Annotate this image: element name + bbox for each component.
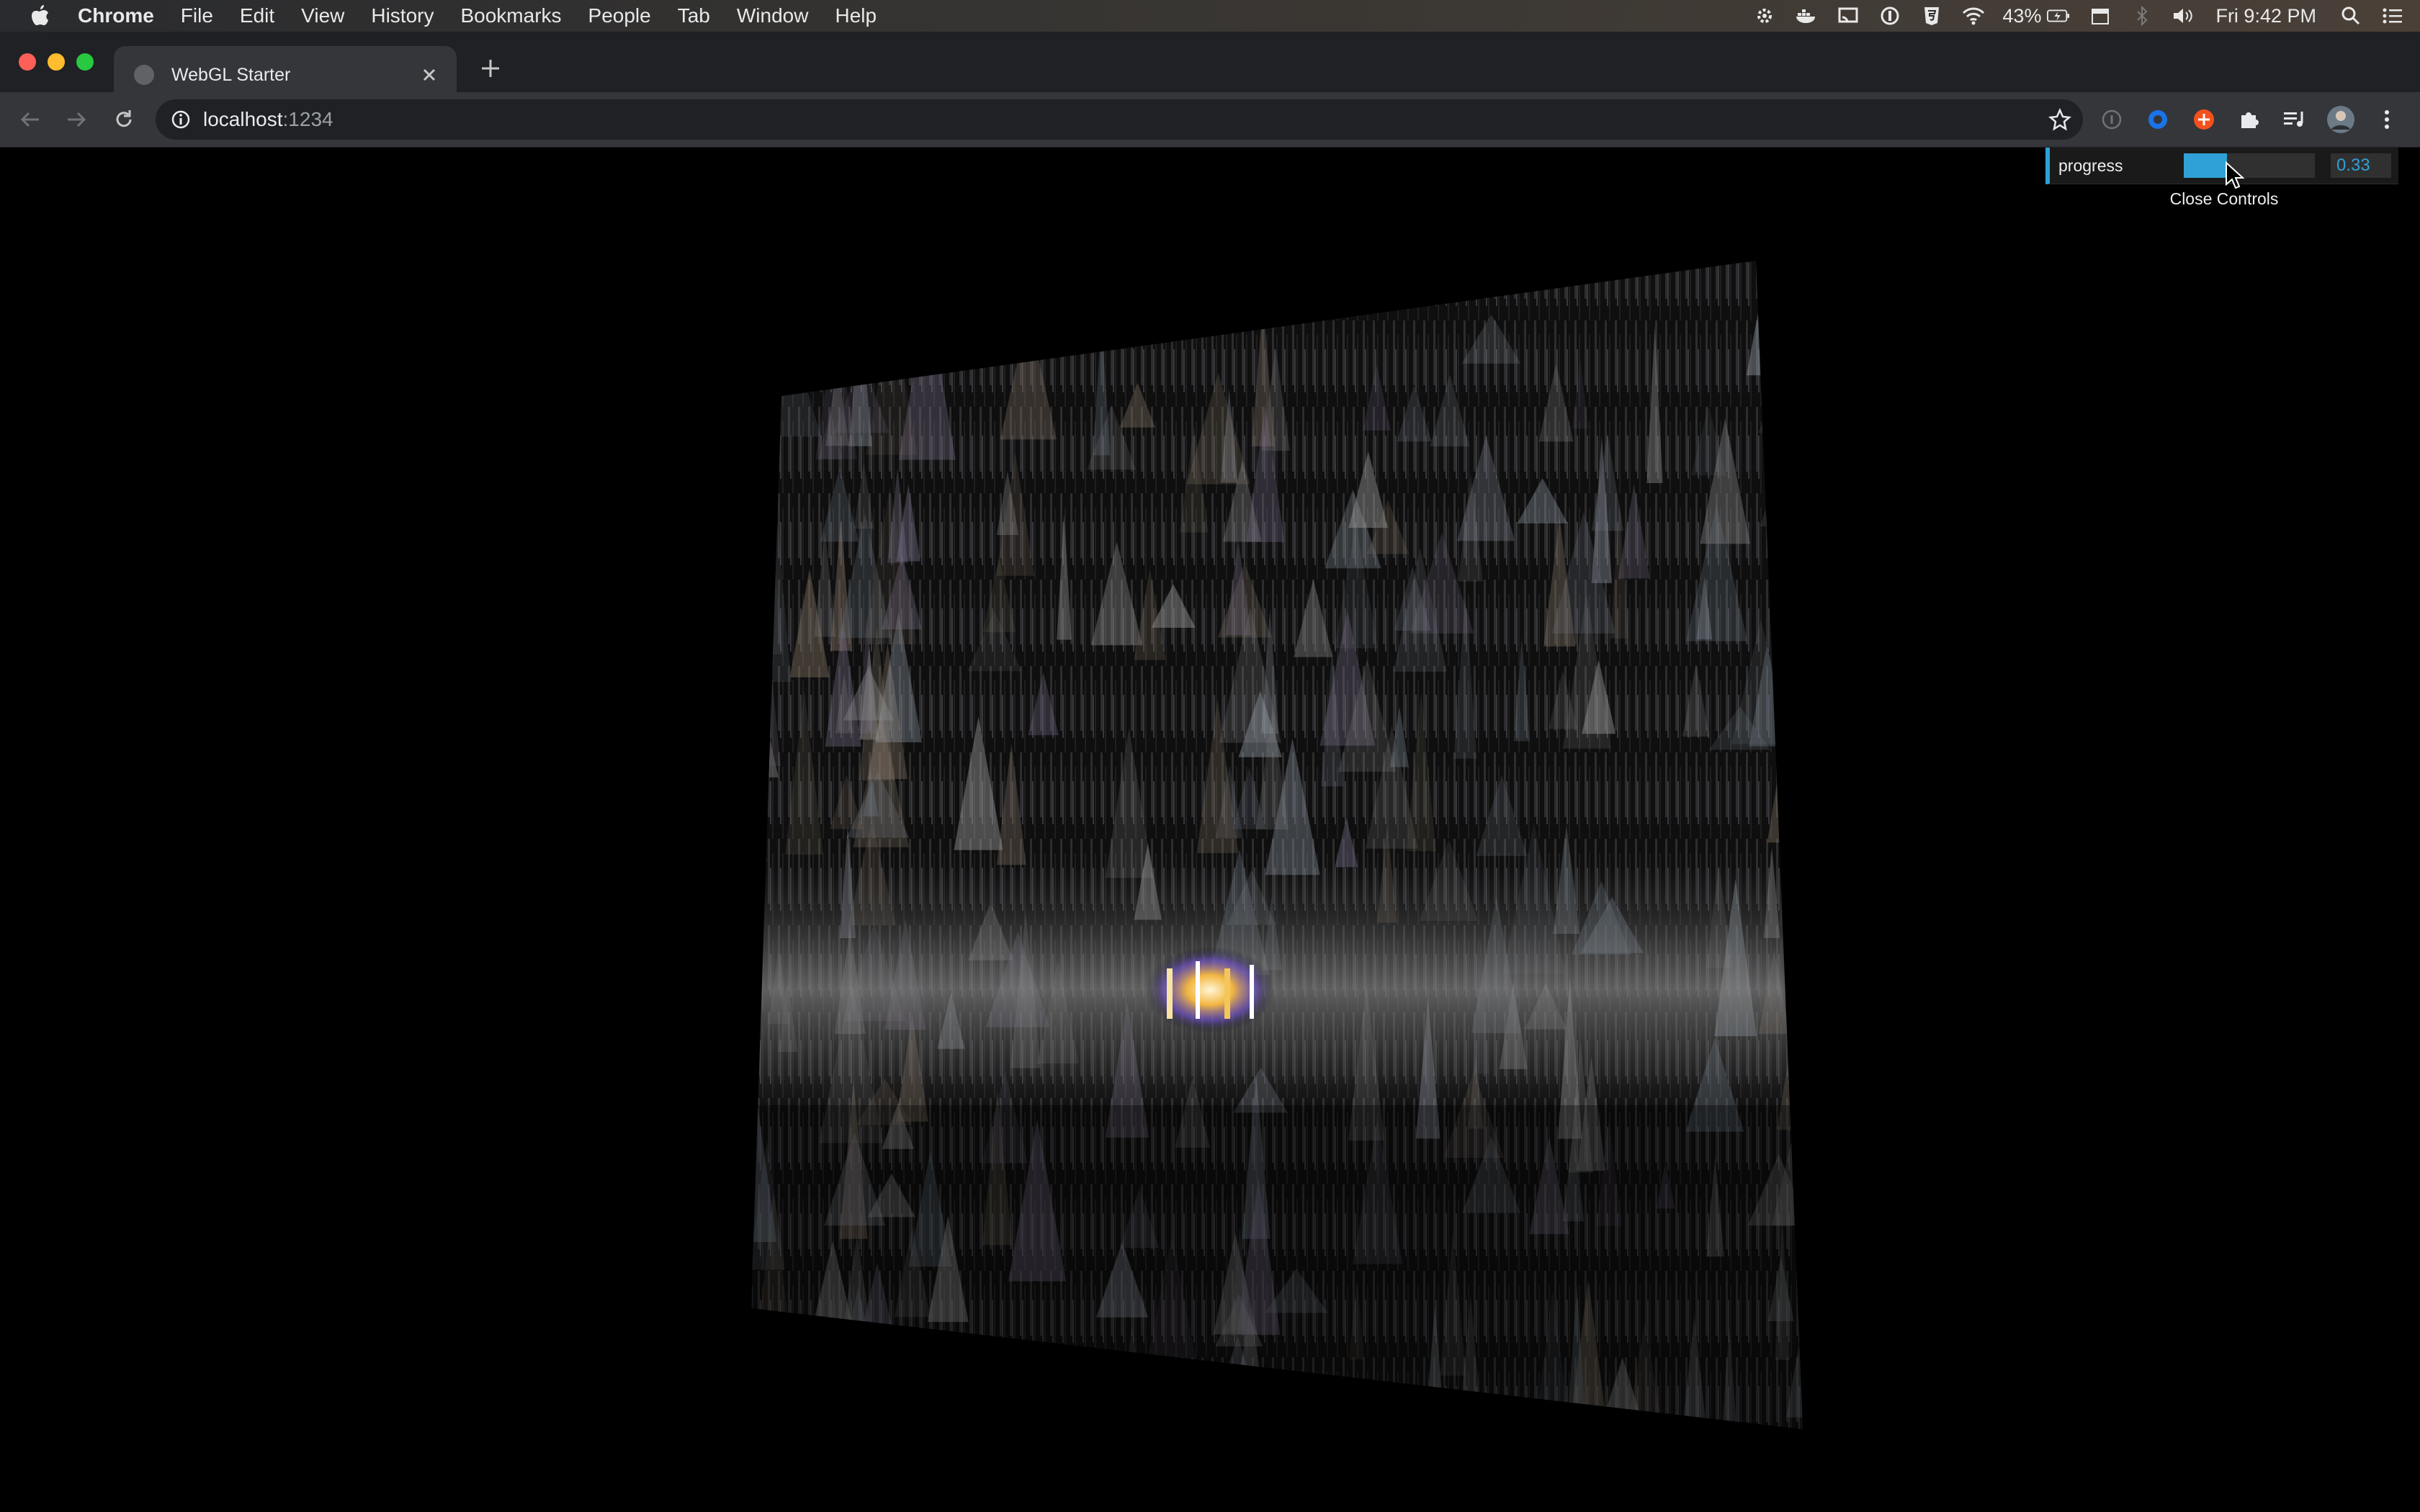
battery-icon[interactable]	[2047, 4, 2070, 27]
menu-bar-status-area: 43% Fri 9:42 PM	[1734, 0, 2420, 32]
wifi-icon[interactable]	[1962, 4, 1985, 27]
globe-favicon-icon	[134, 65, 154, 85]
bright-light-spot	[1145, 947, 1275, 1033]
menu-file[interactable]: File	[181, 4, 213, 27]
menu-edit[interactable]: Edit	[240, 4, 274, 27]
bluetooth-icon[interactable]	[2130, 4, 2154, 27]
menu-window[interactable]: Window	[737, 4, 809, 27]
docker-icon[interactable]	[1795, 4, 1818, 27]
progress-controller: progress 0.33	[2045, 148, 2398, 184]
menu-bookmarks[interactable]: Bookmarks	[460, 4, 561, 27]
dat-gui-panel: progress 0.33 Close Controls	[2045, 148, 2398, 213]
apple-icon[interactable]	[27, 3, 53, 29]
url-host: localhost	[203, 108, 283, 130]
reload-icon[interactable]	[109, 105, 138, 134]
texture-tree	[751, 817, 768, 862]
chrome-menu-icon[interactable]	[2372, 105, 2401, 134]
menu-history[interactable]: History	[371, 4, 434, 27]
texture-tree	[1787, 790, 1803, 939]
progress-value-input[interactable]: 0.33	[2331, 153, 2391, 178]
menu-tab[interactable]: Tab	[678, 4, 710, 27]
battery-percentage: 43%	[2002, 4, 2042, 27]
texture-tree	[757, 330, 821, 437]
url-port: :1234	[282, 108, 333, 130]
progress-label: progress	[2058, 156, 2123, 175]
webgl-canvas[interactable]	[0, 148, 2420, 1512]
macos-menu-bar: Chrome File Edit View History Bookmarks …	[0, 0, 2420, 32]
menu-view[interactable]: View	[301, 4, 344, 27]
distorted-forest-plane	[751, 261, 1803, 1429]
spotlight-search-icon[interactable]	[2339, 4, 2362, 27]
volume-icon[interactable]	[2172, 4, 2195, 27]
info-icon[interactable]	[170, 109, 192, 130]
menu-people[interactable]: People	[588, 4, 651, 27]
star-icon[interactable]	[2047, 107, 2073, 132]
extension-blue-circle-icon[interactable]	[2143, 105, 2172, 134]
texture-tree	[1778, 483, 1798, 529]
profile-avatar-icon[interactable]	[2326, 105, 2355, 134]
menu-app-chrome[interactable]: Chrome	[78, 4, 154, 27]
texture-tree	[1760, 460, 1803, 527]
window-minimize-button[interactable]	[48, 53, 65, 71]
new-tab-plus-icon[interactable]	[477, 55, 504, 82]
html5-icon[interactable]	[1920, 4, 1943, 27]
progress-slider[interactable]	[2184, 153, 2315, 178]
notification-center-icon[interactable]	[2381, 4, 2404, 27]
window-close-button[interactable]	[19, 53, 36, 71]
media-controls-icon[interactable]	[2280, 105, 2309, 134]
menu-bar-clock[interactable]: Fri 9:42 PM	[2215, 5, 2316, 27]
back-icon[interactable]	[16, 105, 45, 134]
cast-icon[interactable]	[1837, 4, 1860, 27]
extension-red-plus-icon[interactable]	[2190, 105, 2218, 134]
menu-help[interactable]: Help	[835, 4, 877, 27]
browser-toolbar: localhost:1234	[0, 92, 2420, 148]
texture-tree	[751, 1348, 776, 1422]
onepassword-icon[interactable]	[1878, 4, 1901, 27]
tab-close-icon[interactable]	[418, 63, 441, 86]
extension-info-icon[interactable]	[2097, 105, 2126, 134]
calendar-icon[interactable]	[2089, 4, 2112, 27]
webgl-page: progress 0.33 Close Controls	[0, 148, 2420, 1512]
window-fullscreen-button[interactable]	[76, 53, 94, 71]
texture-tree	[1090, 1347, 1147, 1429]
address-bar[interactable]: localhost:1234	[156, 99, 2083, 140]
close-controls-button[interactable]: Close Controls	[2045, 184, 2398, 213]
forward-icon[interactable]	[62, 105, 91, 134]
tab-title: WebGL Starter	[171, 64, 291, 85]
mouse-cursor-icon	[2226, 161, 2245, 189]
status-gear-icon[interactable]	[1753, 4, 1776, 27]
progress-slider-fill	[2184, 153, 2228, 178]
texture-tree	[1757, 381, 1803, 433]
extensions-icon[interactable]	[2234, 105, 2263, 134]
